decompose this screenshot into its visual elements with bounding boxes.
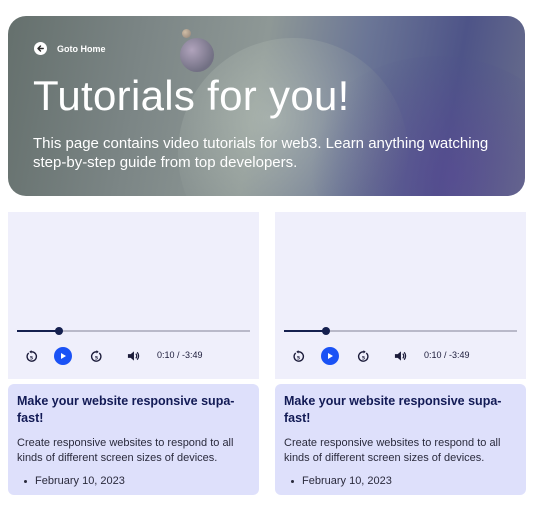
volume-button[interactable] (126, 347, 140, 365)
video-controls: 5 5 0:10 / -3:49 (8, 347, 259, 365)
video-card: 5 5 0:10 / -3:49 Make your website respo… (275, 212, 526, 495)
video-date-row: February 10, 2023 (17, 475, 250, 487)
video-player[interactable]: 5 5 0:10 / -3:49 (275, 212, 526, 379)
svg-text:5: 5 (296, 355, 299, 361)
play-icon (61, 353, 66, 359)
forward-button[interactable]: 5 (89, 347, 103, 365)
volume-icon (394, 351, 406, 361)
rewind-icon: 5 (25, 349, 37, 362)
video-progress-fill (284, 330, 326, 332)
goto-home-link[interactable]: Goto Home (34, 42, 106, 55)
hero-banner: Goto Home Tutorials for you! This page c… (8, 16, 525, 196)
video-time: 0:10 / -3:49 (157, 350, 203, 360)
video-date: February 10, 2023 (302, 475, 392, 487)
volume-icon (127, 351, 139, 361)
video-card: 5 5 0:10 / -3:49 Make your website respo… (8, 212, 259, 495)
decorative-orb-small (182, 29, 191, 38)
video-date: February 10, 2023 (35, 475, 125, 487)
video-title: Make your website responsive supa-fast! (284, 394, 502, 425)
video-info[interactable]: Make your website responsive supa-fast! … (275, 384, 526, 495)
svg-text:5: 5 (94, 355, 97, 361)
play-button[interactable] (54, 347, 72, 365)
rewind-button[interactable]: 5 (24, 347, 38, 365)
video-player[interactable]: 5 5 0:10 / -3:49 (8, 212, 259, 379)
goto-home-label: Goto Home (57, 43, 106, 54)
volume-button[interactable] (393, 347, 407, 365)
rewind-icon: 5 (292, 349, 304, 362)
play-icon (328, 353, 333, 359)
video-progress-bar[interactable] (17, 327, 250, 335)
svg-text:5: 5 (361, 355, 364, 361)
decorative-orb (180, 38, 214, 72)
play-button[interactable] (321, 347, 339, 365)
video-progress-fill (17, 330, 59, 332)
video-info[interactable]: Make your website responsive supa-fast! … (8, 384, 259, 495)
video-date-row: February 10, 2023 (284, 475, 517, 487)
page-title: Tutorials for you! (33, 72, 350, 119)
video-title: Make your website responsive supa-fast! (17, 394, 235, 425)
fast-forward-icon: 5 (90, 349, 102, 362)
video-description: Create responsive websites to respond to… (284, 437, 501, 464)
fast-forward-icon: 5 (357, 349, 369, 362)
svg-text:5: 5 (29, 355, 32, 361)
rewind-button[interactable]: 5 (291, 347, 305, 365)
video-controls: 5 5 0:10 / -3:49 (275, 347, 526, 365)
video-time: 0:10 / -3:49 (424, 350, 470, 360)
page-description: This page contains video tutorials for w… (33, 135, 489, 171)
forward-button[interactable]: 5 (356, 347, 370, 365)
video-progress-bar[interactable] (284, 327, 517, 335)
bullet-icon (24, 479, 27, 483)
video-progress-handle[interactable] (54, 327, 63, 335)
bullet-icon (291, 479, 294, 483)
arrow-left-icon (34, 42, 47, 55)
video-progress-handle[interactable] (321, 327, 330, 335)
video-description: Create responsive websites to respond to… (17, 437, 234, 464)
